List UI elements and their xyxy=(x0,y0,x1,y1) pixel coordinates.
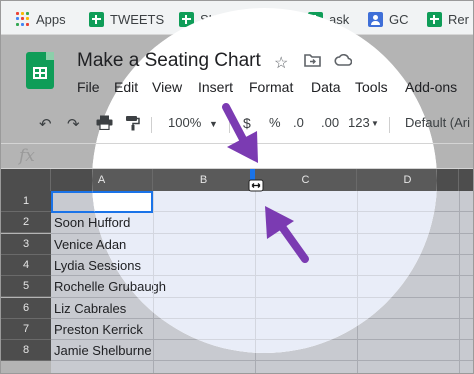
menu-tools[interactable]: Tools xyxy=(355,79,388,95)
grid-row-line xyxy=(92,339,437,341)
document-title[interactable]: Make a Seating Chart xyxy=(77,50,261,72)
column-header-next[interactable] xyxy=(459,169,473,191)
increase-decimals-button[interactable]: .00 xyxy=(321,115,339,130)
column-header-a[interactable]: A xyxy=(92,169,153,191)
cell-a3[interactable]: Venice Adan xyxy=(92,237,126,252)
grid-row-line xyxy=(92,296,437,298)
column-header-b[interactable]: B xyxy=(153,169,255,191)
menu-edit[interactable]: Edit xyxy=(114,79,138,95)
zoom-select[interactable]: 100% xyxy=(168,115,201,130)
row-header[interactable]: 8 xyxy=(1,340,51,362)
row-header[interactable]: 7 xyxy=(1,318,51,340)
paint-format-icon[interactable] xyxy=(125,115,140,134)
menu-file[interactable]: File xyxy=(77,79,100,95)
grid-row-line xyxy=(92,275,437,277)
cloud-status-icon[interactable] xyxy=(334,53,353,71)
row-header[interactable]: 3 xyxy=(1,233,51,255)
menu-add-ons[interactable]: Add-ons xyxy=(405,79,457,95)
toolbar-divider xyxy=(151,117,152,133)
cell-a2[interactable]: Soon Hufford xyxy=(92,215,130,230)
redo-icon[interactable]: ↷ xyxy=(67,115,80,133)
menu-insert[interactable]: Insert xyxy=(198,79,233,95)
bookmark-apps[interactable]: Apps xyxy=(15,10,66,28)
currency-format-button[interactable]: $ xyxy=(243,115,251,131)
bookmark-label: Rer xyxy=(448,11,469,27)
row-header[interactable]: 4 xyxy=(1,254,51,276)
row-header[interactable]: 6 xyxy=(1,297,51,319)
undo-icon[interactable]: ↶ xyxy=(39,115,52,133)
chevron-down-icon[interactable]: ▼ xyxy=(209,119,218,129)
row-header[interactable]: 1 xyxy=(1,191,51,212)
row-header[interactable]: 5 xyxy=(1,276,51,298)
formula-bar[interactable] xyxy=(1,143,473,169)
toolbar: ↶ ↷ 100% ▼ $ % .0 .00 123 ▼ Default (Ari xyxy=(1,109,473,139)
menu-format[interactable]: Format xyxy=(249,79,293,95)
star-icon[interactable]: ☆ xyxy=(274,53,288,72)
grid-row-line xyxy=(92,253,437,255)
magnified-cell-area xyxy=(92,191,437,353)
selected-cell-a1[interactable] xyxy=(92,191,153,213)
cell-a7[interactable]: Preston Kerrick xyxy=(92,322,143,337)
cell-a8[interactable]: Jamie Shelburne xyxy=(92,343,152,353)
cell-a5[interactable]: Rochelle Grubaugh xyxy=(92,279,166,294)
apps-grid-icon xyxy=(15,11,30,27)
print-icon[interactable] xyxy=(96,115,113,133)
screenshot-stage: Apps TWEETS SUB sub ask GC Rer xyxy=(0,0,474,374)
grid-column-line xyxy=(357,191,358,353)
more-formats-button[interactable]: 123 xyxy=(348,115,370,130)
sheets-logo-icon[interactable] xyxy=(26,52,54,89)
cell-a6[interactable]: Liz Cabrales xyxy=(92,301,126,316)
grid-row-line xyxy=(51,360,473,362)
toolbar-divider xyxy=(389,117,390,133)
font-family-select[interactable]: Default (Ari xyxy=(405,115,470,130)
chevron-down-icon[interactable]: ▼ xyxy=(371,119,379,128)
grid-column-line xyxy=(153,191,154,353)
fx-icon: fx xyxy=(19,146,35,166)
grid-row-line xyxy=(92,232,437,234)
menu-view[interactable]: View xyxy=(152,79,182,95)
grid-row-line xyxy=(92,317,437,319)
select-all-corner[interactable] xyxy=(1,169,51,191)
cell-a4[interactable]: Lydia Sessions xyxy=(92,258,141,273)
grid-column-line xyxy=(459,191,460,373)
bookmark-label: Apps xyxy=(36,11,66,27)
column-header-c[interactable]: C xyxy=(255,169,357,191)
percent-format-button[interactable]: % xyxy=(269,115,281,130)
menu-data[interactable]: Data xyxy=(311,79,341,95)
move-folder-icon[interactable] xyxy=(304,53,321,71)
decrease-decimals-button[interactable]: .0 xyxy=(293,115,304,130)
grid-column-line xyxy=(255,191,256,353)
toolbar-divider xyxy=(229,117,230,133)
row-header[interactable]: 2 xyxy=(1,212,51,234)
column-header-d[interactable]: D xyxy=(357,169,437,191)
